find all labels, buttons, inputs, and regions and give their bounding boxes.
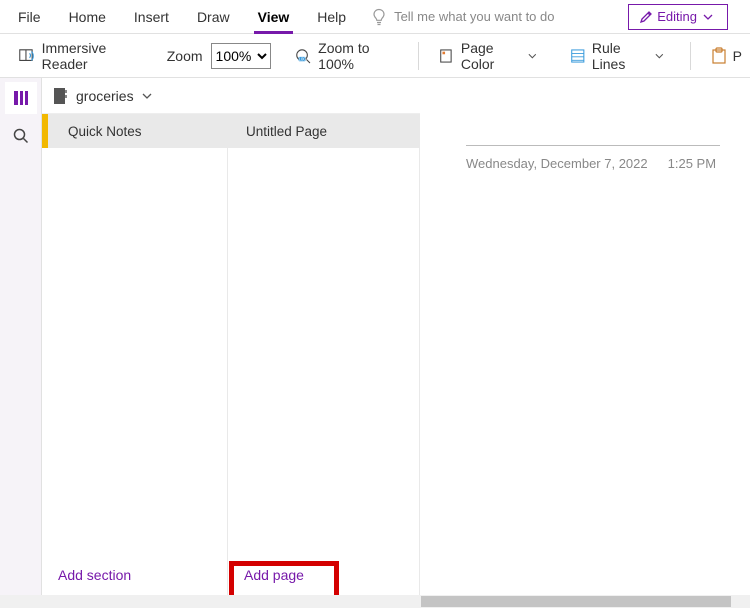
tell-me-placeholder: Tell me what you want to do <box>394 9 554 24</box>
immersive-reader-button[interactable]: Immersive Reader <box>14 41 147 71</box>
ribbon: Immersive Reader Zoom 100% 100 Zoom to 1… <box>0 34 750 78</box>
chevron-down-icon <box>655 53 664 59</box>
page-canvas[interactable]: Wednesday, December 7, 2022 1:25 PM <box>420 78 750 595</box>
content-area: groceries Quick Notes Add section Untitl… <box>0 78 750 595</box>
sections-empty-area <box>42 148 227 555</box>
zoom-to-100-button[interactable]: 100 Zoom to 100% <box>291 41 403 71</box>
pencil-icon <box>639 10 653 24</box>
add-section-button[interactable]: Add section <box>42 555 227 595</box>
tell-me-search[interactable]: Tell me what you want to do <box>372 8 628 26</box>
rule-lines-icon <box>570 47 586 65</box>
horizontal-scrollbar[interactable] <box>0 595 750 608</box>
page-time: 1:25 PM <box>668 156 716 171</box>
section-item[interactable]: Quick Notes <box>42 114 227 148</box>
menu-tab-insert[interactable]: Insert <box>120 0 183 34</box>
page-color-button[interactable]: Page Color <box>435 41 546 71</box>
page-color-label: Page Color <box>461 40 522 72</box>
menu-tab-file[interactable]: File <box>4 0 55 34</box>
ribbon-truncated-button[interactable]: P <box>707 41 746 71</box>
menu-tab-home[interactable]: Home <box>55 0 120 34</box>
chevron-down-icon <box>142 93 152 99</box>
navigation-rail <box>0 78 42 595</box>
scrollbar-thumb[interactable] <box>421 596 731 607</box>
ribbon-truncated-label: P <box>733 48 742 64</box>
sections-panel: Quick Notes Add section <box>42 114 228 595</box>
add-page-button[interactable]: Add page <box>228 555 419 595</box>
menu-tab-draw[interactable]: Draw <box>183 0 244 34</box>
page-date: Wednesday, December 7, 2022 <box>466 156 648 171</box>
pages-panel: Untitled Page Add page <box>228 114 420 595</box>
chevron-down-icon <box>528 53 537 59</box>
chevron-down-icon <box>703 14 713 20</box>
clipboard-icon <box>711 47 727 65</box>
page-color-icon <box>439 47 455 65</box>
section-page-lists: Quick Notes Add section Untitled Page Ad… <box>42 114 420 595</box>
search-icon <box>12 127 30 145</box>
ribbon-separator <box>690 42 691 70</box>
svg-text:100: 100 <box>298 56 306 61</box>
page-title: Untitled Page <box>246 124 327 139</box>
zoom-select[interactable]: 100% <box>211 43 271 69</box>
editing-mode-button[interactable]: Editing <box>628 4 728 30</box>
ribbon-separator <box>418 42 419 70</box>
editing-label: Editing <box>657 9 697 24</box>
notebook-panels: groceries Quick Notes Add section Untitl… <box>42 78 420 595</box>
immersive-reader-icon <box>18 47 36 65</box>
page-item[interactable]: Untitled Page <box>228 114 419 148</box>
zoom-100-label: Zoom to 100% <box>318 40 398 72</box>
zoom-100-icon: 100 <box>295 47 313 65</box>
notebook-name: groceries <box>76 88 134 104</box>
page-title-input[interactable] <box>466 118 720 146</box>
immersive-reader-label: Immersive Reader <box>42 40 143 72</box>
rule-lines-label: Rule Lines <box>592 40 649 72</box>
page-meta: Wednesday, December 7, 2022 1:25 PM <box>466 156 720 171</box>
rule-lines-button[interactable]: Rule Lines <box>566 41 673 71</box>
zoom-label: Zoom <box>167 48 203 64</box>
section-color-tab <box>42 114 48 148</box>
pages-empty-area <box>228 148 419 555</box>
section-title: Quick Notes <box>68 124 142 139</box>
lightbulb-icon <box>372 8 386 26</box>
menu-bar: File Home Insert Draw View Help Tell me … <box>0 0 750 34</box>
menu-tab-help[interactable]: Help <box>303 0 360 34</box>
rail-search-button[interactable] <box>5 120 37 152</box>
menu-tab-view[interactable]: View <box>244 0 304 34</box>
nav-pane-icon <box>12 89 30 107</box>
notebook-picker[interactable]: groceries <box>42 78 420 114</box>
rail-navigation-button[interactable] <box>5 82 37 114</box>
notebook-icon <box>52 87 68 105</box>
